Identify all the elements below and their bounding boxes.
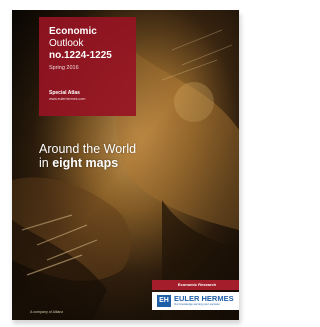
report-cover[interactable]: Economic Outlook no.1224-1225 Spring 201… xyxy=(12,10,239,320)
cover-headline: Around the World in eight maps xyxy=(39,142,136,170)
headline-line2: in eight maps xyxy=(39,156,136,170)
allianz-footer-text: A company of Allianz xyxy=(30,310,64,314)
issue-number: no.1224-1225 xyxy=(49,50,112,61)
euler-hermes-logo: EH EULER HERMES Our knowledge serving yo… xyxy=(152,292,239,310)
publication-type: Special Atlas xyxy=(49,90,80,96)
headline-line2-bold: eight maps xyxy=(52,156,119,170)
headline-line1: Around the World xyxy=(39,142,137,156)
website-url: www.eulerhermes.com xyxy=(49,97,86,101)
title-panel: Economic Outlook no.1224-1225 Spring 201… xyxy=(39,17,136,116)
series-title-line1: Economic xyxy=(49,26,97,37)
issue-date: Spring 2016 xyxy=(49,65,79,71)
headline-line2-prefix: in xyxy=(39,156,53,170)
logo-tagline: Our knowledge serving your success xyxy=(174,302,220,306)
logo-mark-icon: EH xyxy=(157,295,171,307)
economic-research-label: Economic Research xyxy=(152,280,239,290)
series-title-line2: Outlook xyxy=(49,38,84,49)
